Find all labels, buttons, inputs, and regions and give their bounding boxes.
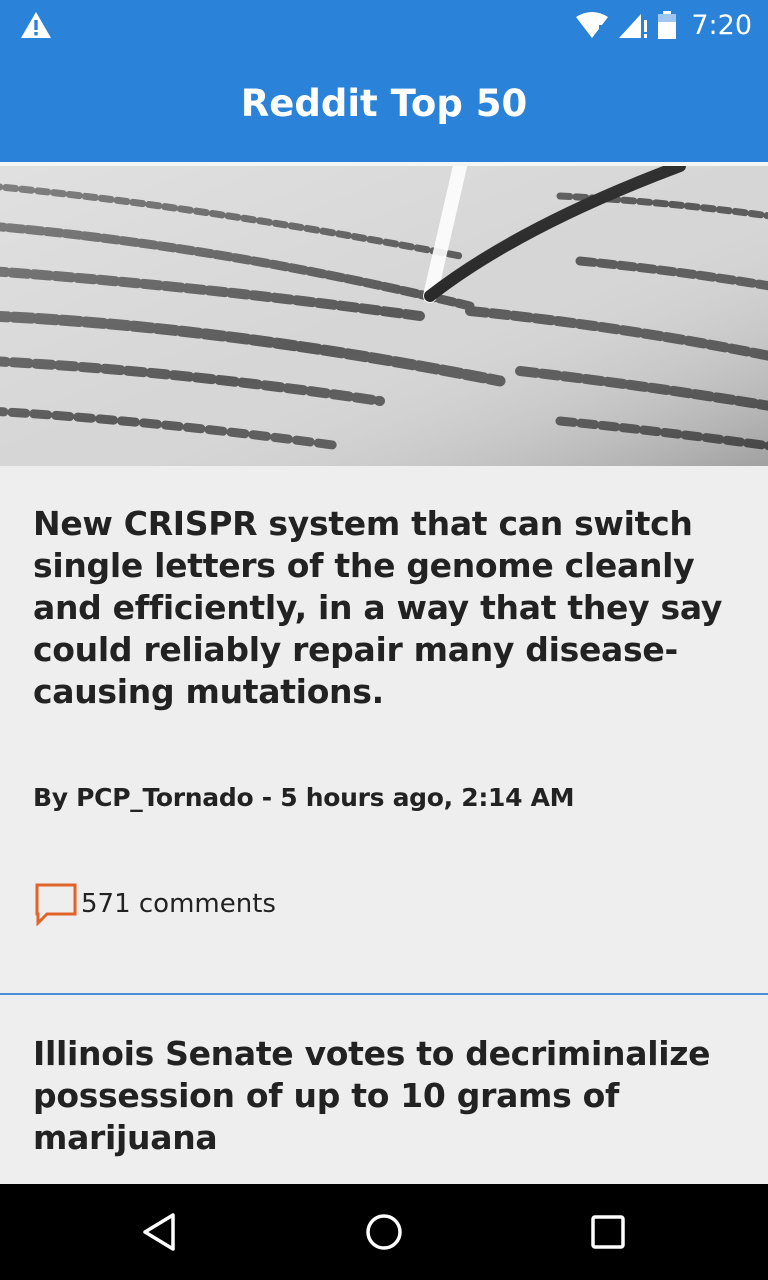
dna-sequence-photo <box>0 166 768 466</box>
recents-button[interactable] <box>584 1208 632 1256</box>
battery-icon <box>658 11 677 39</box>
comments-link[interactable]: 571 comments <box>33 882 276 926</box>
app-bar: Reddit Top 50 <box>0 50 768 162</box>
home-icon <box>366 1214 402 1250</box>
post-image[interactable] <box>0 166 768 466</box>
app-title: Reddit Top 50 <box>240 81 528 125</box>
app-screen: 7:20 Reddit Top 50 New CRISPR system tha… <box>0 0 768 1280</box>
status-icons: 7:20 <box>575 8 752 42</box>
comment-count: 571 comments <box>81 889 276 919</box>
post-byline: By PCP_Tornado - 5 hours ago, 2:14 AM <box>33 783 575 812</box>
post-title[interactable]: New CRISPR system that can switch single… <box>33 503 738 713</box>
warning-icon <box>21 12 51 38</box>
post-divider <box>0 993 768 995</box>
post-title[interactable]: Illinois Senate votes to decriminalize p… <box>33 1033 753 1159</box>
navigation-bar <box>0 1184 768 1280</box>
back-icon <box>143 1213 175 1251</box>
signal-icon <box>619 14 648 38</box>
home-button[interactable] <box>360 1208 408 1256</box>
comment-icon <box>35 883 77 926</box>
wifi-icon <box>576 12 609 38</box>
status-bar: 7:20 <box>0 0 768 50</box>
back-button[interactable] <box>136 1208 184 1256</box>
clock: 7:20 <box>691 9 752 41</box>
recents-icon <box>591 1215 625 1249</box>
